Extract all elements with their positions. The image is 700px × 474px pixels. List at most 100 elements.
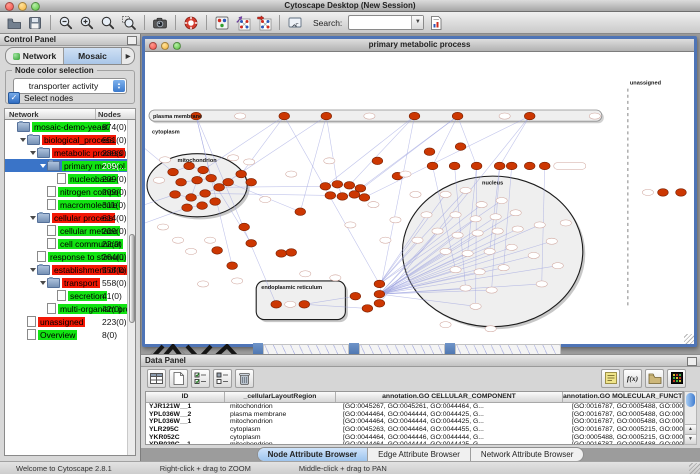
annotation-icon[interactable] — [286, 14, 304, 32]
unselect-attributes-icon[interactable] — [213, 369, 232, 388]
search-input[interactable] — [349, 17, 411, 28]
tree-item[interactable]: macromolecule311(0) — [5, 198, 135, 211]
folder-icon — [37, 148, 50, 158]
table-column-header[interactable]: ID — [146, 392, 225, 402]
tree-item[interactable]: metabolic process280(0) — [5, 146, 135, 159]
zoom-fit-icon[interactable] — [99, 14, 117, 32]
table-mode-icon[interactable] — [147, 369, 166, 388]
network-canvas-container[interactable]: plasma membranecytoplasmmitochondrionnuc… — [145, 52, 694, 344]
network-window-titlebar: primary metabolic process — [145, 39, 694, 52]
tree-item[interactable]: transport558(0) — [5, 276, 135, 289]
graph-node — [494, 162, 505, 170]
new-attribute-icon[interactable] — [169, 369, 188, 388]
manage-network-modification-icon[interactable] — [234, 14, 252, 32]
scroll-up-icon[interactable]: ▲ — [685, 424, 696, 434]
tree-expander-icon[interactable] — [29, 151, 37, 155]
table-scrollbar-thumb[interactable] — [686, 393, 695, 407]
table-scrollbar[interactable]: ▲ ▼ — [684, 391, 697, 445]
network-file-icon — [47, 238, 56, 249]
import-attributes-icon[interactable] — [645, 369, 664, 388]
tree-item[interactable]: mosaic-demo-yeast874(0) — [5, 120, 135, 133]
graph-node-label — [512, 226, 523, 232]
tree-item[interactable]: establishment of lo558(0) — [5, 263, 135, 276]
zoom-out-icon[interactable] — [57, 14, 75, 32]
merge-networks-icon[interactable] — [255, 14, 273, 32]
graph-node-label — [330, 275, 341, 281]
tree-item[interactable]: unassigned223(0) — [5, 315, 135, 328]
table-cell: YLR295C — [146, 426, 227, 433]
table-cell: mitochondrion — [227, 418, 340, 425]
tree-item[interactable]: multi-organism pro42(0) — [5, 302, 135, 315]
float-panel-icon[interactable] — [687, 357, 697, 366]
select-nodes-checkbox[interactable]: ✓ — [8, 92, 20, 104]
float-panel-icon[interactable] — [127, 36, 137, 45]
tab-mosaic[interactable]: Mosaic — [64, 48, 122, 64]
main-toolbar: Search: ▼ — [0, 12, 700, 34]
graph-node — [299, 301, 310, 309]
graph-node-label — [197, 281, 208, 287]
tree-item[interactable]: nucleobase-209(0) — [5, 172, 135, 185]
tree-expander-icon[interactable] — [39, 281, 47, 285]
table-row[interactable]: YLR295Ccytoplasm[GO:0045263, GO:0044464,… — [146, 426, 683, 434]
tree-scrollbar-thumb[interactable] — [129, 234, 135, 323]
search-report-icon[interactable] — [427, 14, 445, 32]
tree-expander-icon[interactable] — [39, 164, 47, 168]
heatmap-icon[interactable] — [667, 369, 686, 388]
delete-attribute-icon[interactable] — [235, 369, 254, 388]
table-column-header[interactable]: annotation.GO MOLECULAR_FUNCTION — [563, 392, 683, 402]
scroll-down-icon[interactable]: ▼ — [685, 434, 696, 444]
tree-item[interactable]: primary metabol209(... — [5, 159, 135, 172]
table-row[interactable]: YJR121W__1mitochondrion[GO:0045267, GO:0… — [146, 403, 683, 411]
graph-node-label — [528, 252, 539, 258]
graph-node-label — [560, 220, 571, 226]
zoom-in-icon[interactable] — [78, 14, 96, 32]
table-row[interactable]: YPL036W__1mitochondrion[GO:0044464, GO:0… — [146, 418, 683, 426]
tab-network-attribute-browser[interactable]: Network Attribute Browser — [471, 448, 583, 461]
graph-node-label — [496, 197, 507, 203]
tree-expander-icon[interactable] — [29, 216, 37, 220]
tab-edge-attribute-browser[interactable]: Edge Attribute Browser — [368, 448, 471, 461]
vizmapper-icon[interactable] — [213, 14, 231, 32]
app-resize-grip[interactable] — [689, 463, 700, 474]
tab-network[interactable]: Network — [6, 48, 64, 64]
tree-scrollbar[interactable] — [127, 120, 135, 455]
network-view-window[interactable]: primary metabolic process plasma membran… — [142, 36, 697, 347]
graph-node-label — [410, 191, 421, 197]
tree-item[interactable]: Overview8(0) — [5, 328, 135, 341]
zoom-selected-region-icon[interactable] — [120, 14, 138, 32]
tree-item[interactable]: response to stimulu264(0) — [5, 250, 135, 263]
cytoscape-window: Cytoscape Desktop (New Session) Search: … — [0, 0, 700, 474]
tree-expander-icon[interactable] — [19, 138, 27, 142]
tree-item[interactable]: cellular process614(0) — [5, 211, 135, 224]
tree-item[interactable]: cellular metabo209(0) — [5, 224, 135, 237]
table-row[interactable]: YKR052Ccytoplasm[GO:0044464, GO:0044446,… — [146, 433, 683, 441]
tree-expander-icon[interactable] — [29, 268, 37, 272]
tree-item[interactable]: biological_process651(0) — [5, 133, 135, 146]
tabs-overflow-arrow[interactable]: ▶ — [122, 48, 134, 64]
graph-node-label — [642, 189, 653, 195]
graph-node-label — [460, 285, 471, 291]
notes-icon[interactable] — [601, 369, 620, 388]
select-attributes-icon[interactable] — [191, 369, 210, 388]
help-icon[interactable] — [182, 14, 200, 32]
table-row[interactable]: YPL036W__2plasma membrane[GO:0044464, GO… — [146, 411, 683, 419]
graph-node-label — [470, 303, 481, 309]
open-file-icon[interactable] — [5, 14, 23, 32]
table-column-header[interactable]: annotation.GO CELLULAR_COMPONENT — [336, 392, 563, 402]
tree-item[interactable]: nitrogen compo209(0) — [5, 185, 135, 198]
graph-node-label — [364, 113, 375, 119]
table-column-header[interactable]: _cellularLayoutRegion — [225, 392, 336, 402]
network-file-icon — [47, 225, 56, 236]
formula-icon[interactable]: f(x) — [623, 369, 642, 388]
table-row[interactable]: YDR039C__1mitochondrion[GO:0044464, GO:0… — [146, 441, 683, 445]
network-canvas: plasma membranecytoplasmmitochondrionnuc… — [145, 52, 694, 344]
tree-item[interactable]: secretion41(0) — [5, 289, 135, 302]
graph-node-label — [492, 228, 503, 234]
tab-node-attribute-browser[interactable]: Node Attribute Browser — [258, 448, 369, 461]
save-session-icon[interactable] — [26, 14, 44, 32]
tree-item-node-count: 558(0) — [102, 265, 127, 275]
snapshot-icon[interactable] — [151, 14, 169, 32]
search-options-dropdown[interactable]: ▼ — [411, 16, 423, 29]
tree-item[interactable]: cell communicat22(0) — [5, 237, 135, 250]
network-file-icon — [37, 251, 46, 262]
